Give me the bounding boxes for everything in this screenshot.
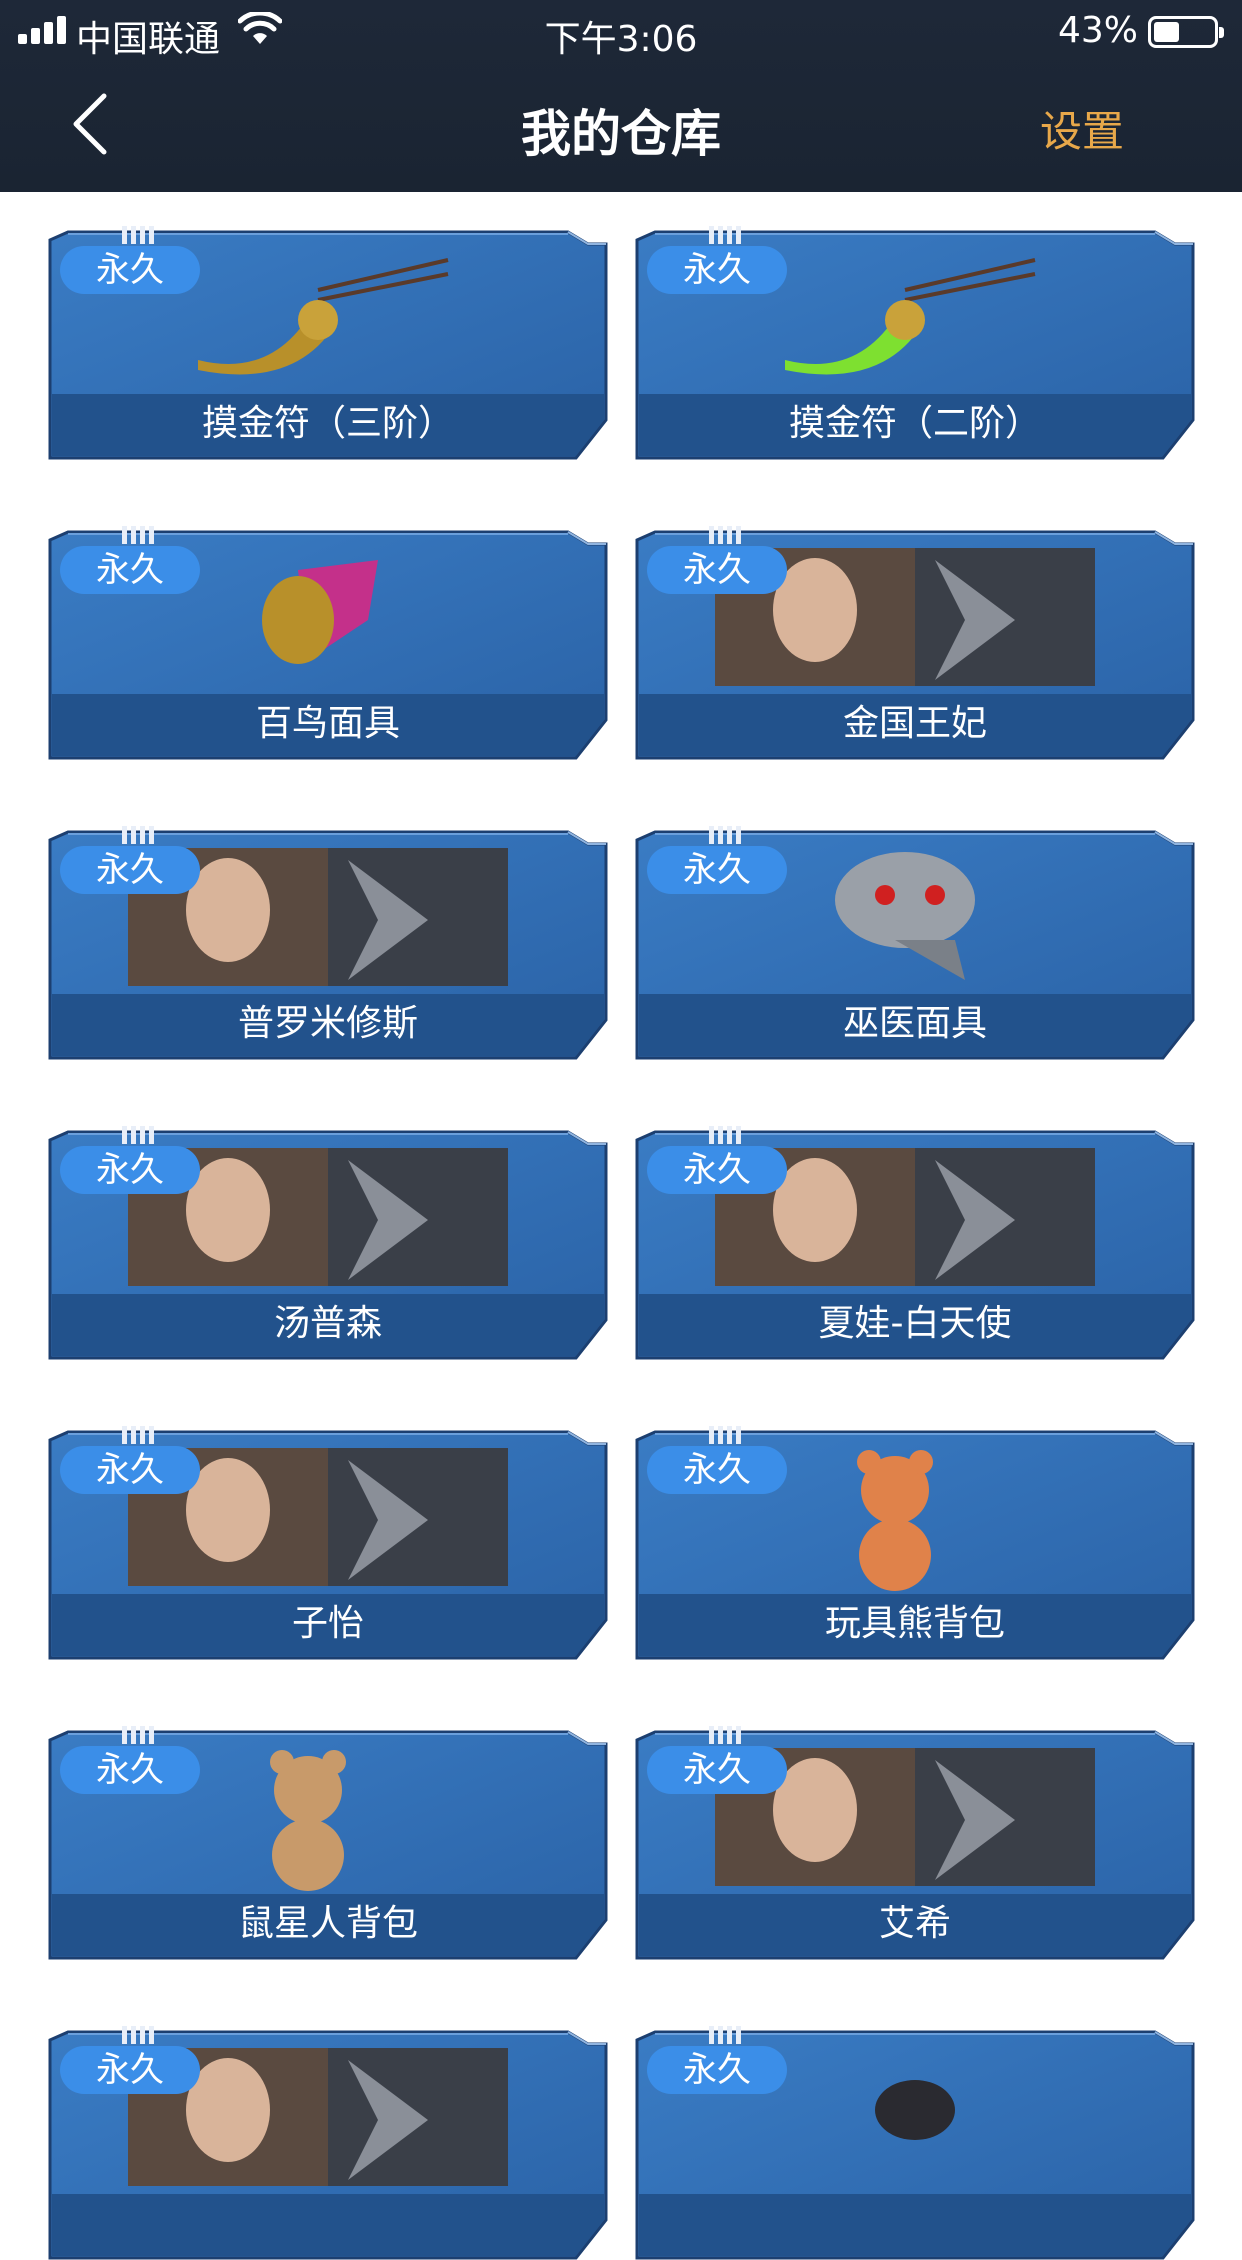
card-notch — [709, 826, 745, 844]
item-name: 普罗米修斯 — [237, 1003, 418, 1044]
clock: 下午3:06 — [544, 19, 698, 60]
item-name: 子怡 — [291, 1603, 364, 1644]
item-name: 摸金符（三阶） — [201, 403, 454, 444]
item-card[interactable]: 永久鼠星人背包 — [48, 1726, 608, 1960]
permanent-badge: 永久 — [60, 846, 200, 894]
card-notch — [709, 1126, 745, 1144]
permanent-badge: 永久 — [60, 1746, 200, 1794]
permanent-badge: 永久 — [60, 2046, 200, 2094]
permanent-badge: 永久 — [647, 546, 787, 594]
card-notch — [709, 526, 745, 544]
permanent-badge: 永久 — [647, 1446, 787, 1494]
item-card[interactable]: 永久摸金符（三阶） — [48, 226, 608, 460]
permanent-badge: 永久 — [647, 846, 787, 894]
item-card[interactable]: 永久子怡 — [48, 1426, 608, 1660]
item-name: 巫医面具 — [842, 1003, 987, 1044]
item-card[interactable]: 永久普罗米修斯 — [48, 826, 608, 1060]
permanent-badge: 永久 — [647, 2046, 787, 2094]
item-card[interactable]: 永久艾希 — [635, 1726, 1195, 1960]
permanent-badge: 永久 — [60, 1146, 200, 1194]
item-card[interactable]: 永久摸金符（二阶） — [635, 226, 1195, 460]
item-card[interactable]: 永久汤普森 — [48, 1126, 608, 1360]
permanent-badge: 永久 — [60, 246, 200, 294]
card-notch — [122, 826, 158, 844]
permanent-badge: 永久 — [647, 246, 787, 294]
item-name: 汤普森 — [273, 1303, 382, 1344]
settings-button[interactable]: 设置 — [1040, 98, 1124, 159]
header: 中国联通 下午3:06 43% 我的仓库 设置 — [0, 0, 1242, 192]
card-notch — [709, 1726, 745, 1744]
card-notch — [709, 2026, 745, 2044]
card-notch — [122, 2026, 158, 2044]
item-name — [48, 2196, 608, 2252]
card-notch — [122, 226, 158, 244]
item-name: 鼠星人背包 — [237, 1903, 418, 1944]
item-card[interactable]: 永久夏娃-白天使 — [635, 1126, 1195, 1360]
card-notch — [122, 1726, 158, 1744]
permanent-badge: 永久 — [647, 1146, 787, 1194]
item-name: 艾希 — [878, 1903, 951, 1944]
permanent-badge: 永久 — [647, 1746, 787, 1794]
item-name: 玩具熊背包 — [824, 1603, 1005, 1644]
item-name: 金国王妃 — [842, 703, 987, 744]
item-card[interactable]: 永久 — [635, 2026, 1195, 2260]
battery-icon — [1148, 16, 1224, 48]
card-notch — [122, 1426, 158, 1444]
card-notch — [709, 226, 745, 244]
battery-percent: 43% — [1057, 10, 1138, 51]
status-bar: 中国联通 下午3:06 43% — [0, 0, 1242, 62]
card-notch — [122, 526, 158, 544]
battery-fill — [1154, 22, 1179, 42]
permanent-badge: 永久 — [60, 546, 200, 594]
card-notch — [122, 1126, 158, 1144]
nav-bar: 我的仓库 设置 — [0, 62, 1242, 192]
item-card[interactable]: 永久百鸟面具 — [48, 526, 608, 760]
item-card[interactable]: 永久金国王妃 — [635, 526, 1195, 760]
permanent-badge: 永久 — [60, 1446, 200, 1494]
item-card[interactable]: 永久 — [48, 2026, 608, 2260]
item-name: 摸金符（二阶） — [788, 403, 1041, 444]
inventory-grid: 白蚁备胎背包永久摸金符（三阶）永久摸金符（二阶）永久百鸟面具永久金国王妃永久普罗… — [0, 0, 1242, 2260]
item-card[interactable]: 永久巫医面具 — [635, 826, 1195, 1060]
card-notch — [709, 1426, 745, 1444]
item-card[interactable]: 永久玩具熊背包 — [635, 1426, 1195, 1660]
item-name — [635, 2196, 1195, 2252]
item-name: 百鸟面具 — [255, 703, 400, 744]
item-name: 夏娃-白天使 — [818, 1303, 1012, 1344]
